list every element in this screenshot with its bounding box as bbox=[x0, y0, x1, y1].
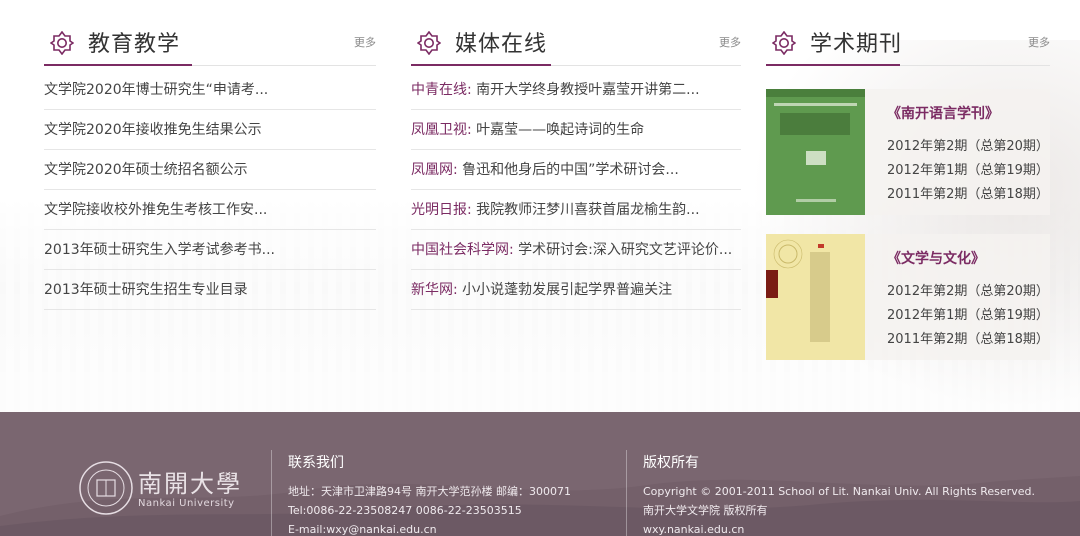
news-list: 文学院2020年博士研究生“申请考... 文学院2020年接收推免生结果公示 文… bbox=[44, 70, 376, 310]
list-item[interactable]: 光明日报: 我院教师汪梦川喜获首届龙榆生韵... bbox=[411, 190, 741, 230]
footer-divider bbox=[271, 450, 272, 536]
education-section: 教育教学 更多 文学院2020年博士研究生“申请考... 文学院2020年接收推… bbox=[44, 22, 376, 310]
journal-card[interactable]: 《文学与文化》 2012年第2期（总第20期） 2012年第1期（总第19期） … bbox=[766, 234, 1050, 360]
list-item[interactable]: 文学院2020年接收推免生结果公示 bbox=[44, 110, 376, 150]
contact-title: 联系我们 bbox=[288, 455, 344, 471]
section-underline bbox=[766, 64, 900, 66]
copyright-block: 版权所有 Copyright © 2001-2011 School of Lit… bbox=[643, 452, 1035, 536]
news-list: 中青在线: 南开大学终身教授叶嘉莹开讲第二... 凤凰卫视: 叶嘉莹——唤起诗词… bbox=[411, 70, 741, 310]
address-text: 地址：天津市卫津路94号 南开大学范孙楼 邮编：300071 bbox=[288, 485, 571, 498]
copyright-text: Copyright © 2001-2011 School of Lit. Nan… bbox=[643, 485, 1035, 498]
contact-block: 联系我们 地址：天津市卫津路94号 南开大学范孙楼 邮编：300071 Tel:… bbox=[288, 452, 571, 536]
main-content: 教育教学 更多 文学院2020年博士研究生“申请考... 文学院2020年接收推… bbox=[0, 0, 1080, 412]
university-logo[interactable]: 南開大學 Nankai University bbox=[78, 460, 258, 524]
item-source[interactable]: 凤凰卫视: bbox=[411, 122, 472, 138]
item-text[interactable]: 文学院接收校外推免生考核工作安... bbox=[44, 202, 267, 218]
journals-section: 学术期刊 更多 《南开语言学刊》 2012年第2期（总第20期） 2012年第1… bbox=[766, 22, 1050, 360]
list-item[interactable]: 2013年硕士研究生招生专业目录 bbox=[44, 270, 376, 310]
item-text[interactable]: 鲁迅和他身后的中国”学术研讨会... bbox=[458, 162, 679, 178]
journal-issue[interactable]: 2012年第2期（总第20期） bbox=[887, 280, 1049, 299]
list-item[interactable]: 新华网: 小小说蓬勃发展引起学界普遍关注 bbox=[411, 270, 741, 310]
phone-text: Tel:0086-22-23508247 0086-22-23503515 bbox=[288, 504, 522, 517]
journal-issue[interactable]: 2012年第1期（总第19期） bbox=[887, 304, 1049, 323]
list-item[interactable]: 凤凰卫视: 叶嘉莹——唤起诗词的生命 bbox=[411, 110, 741, 150]
media-section: 媒体在线 更多 中青在线: 南开大学终身教授叶嘉莹开讲第二... 凤凰卫视: 叶… bbox=[411, 22, 741, 310]
footer-divider bbox=[626, 450, 627, 536]
list-item[interactable]: 文学院2020年博士研究生“申请考... bbox=[44, 70, 376, 110]
more-link[interactable]: 更多 bbox=[1028, 34, 1050, 50]
item-text[interactable]: 我院教师汪梦川喜获首届龙榆生韵... bbox=[472, 202, 699, 218]
item-text[interactable]: 文学院2020年硕士统招名额公示 bbox=[44, 162, 248, 178]
university-seal-icon bbox=[79, 461, 133, 515]
item-source[interactable]: 光明日报: bbox=[411, 202, 472, 218]
item-text[interactable]: 南开大学终身教授叶嘉莹开讲第二... bbox=[472, 82, 699, 98]
list-item[interactable]: 中国社会科学网: 学术研讨会:深入研究文艺评论价... bbox=[411, 230, 741, 270]
journal-card[interactable]: 《南开语言学刊》 2012年第2期（总第20期） 2012年第1期（总第19期）… bbox=[766, 89, 1050, 215]
section-title: 教育教学 bbox=[88, 32, 181, 57]
section-header: 媒体在线 更多 bbox=[411, 22, 741, 66]
flower-icon bbox=[50, 31, 74, 55]
more-link[interactable]: 更多 bbox=[719, 34, 741, 50]
item-text[interactable]: 叶嘉莹——唤起诗词的生命 bbox=[472, 122, 644, 138]
university-name-en: Nankai University bbox=[138, 498, 235, 509]
item-source[interactable]: 中国社会科学网: bbox=[411, 242, 514, 258]
more-link[interactable]: 更多 bbox=[354, 34, 376, 50]
journal-issue[interactable]: 2011年第2期（总第18期） bbox=[887, 328, 1049, 347]
journal-issue[interactable]: 2012年第2期（总第20期） bbox=[887, 135, 1049, 154]
list-item[interactable]: 2013年硕士研究生入学考试参考书... bbox=[44, 230, 376, 270]
list-item[interactable]: 文学院接收校外推免生考核工作安... bbox=[44, 190, 376, 230]
item-source[interactable]: 凤凰网: bbox=[411, 162, 458, 178]
journal-title[interactable]: 《文学与文化》 bbox=[887, 248, 985, 268]
item-text[interactable]: 文学院2020年接收推免生结果公示 bbox=[44, 122, 262, 138]
section-header: 学术期刊 更多 bbox=[766, 22, 1050, 66]
journal-issue[interactable]: 2011年第2期（总第18期） bbox=[887, 183, 1049, 202]
journal-issue[interactable]: 2012年第1期（总第19期） bbox=[887, 159, 1049, 178]
item-text[interactable]: 文学院2020年博士研究生“申请考... bbox=[44, 82, 268, 98]
item-source[interactable]: 中青在线: bbox=[411, 82, 472, 98]
journal-cover-image[interactable] bbox=[766, 89, 865, 215]
section-underline bbox=[44, 64, 192, 66]
flower-icon bbox=[417, 31, 441, 55]
copyright-title: 版权所有 bbox=[643, 455, 699, 471]
website-link[interactable]: wxy.nankai.edu.cn bbox=[643, 520, 1035, 536]
list-item[interactable]: 文学院2020年硕士统招名额公示 bbox=[44, 150, 376, 190]
journal-cover-image[interactable] bbox=[766, 234, 865, 360]
item-source[interactable]: 新华网: bbox=[411, 282, 458, 298]
journal-title[interactable]: 《南开语言学刊》 bbox=[887, 103, 999, 123]
section-header: 教育教学 更多 bbox=[44, 22, 376, 66]
section-underline bbox=[411, 64, 551, 66]
email-link[interactable]: E-mail:wxy@nankai.edu.cn bbox=[288, 520, 571, 536]
university-name: 南開大學 bbox=[138, 470, 242, 498]
site-footer: 南開大學 Nankai University 联系我们 地址：天津市卫津路94号… bbox=[0, 412, 1080, 536]
flower-icon bbox=[772, 31, 796, 55]
list-item[interactable]: 凤凰网: 鲁迅和他身后的中国”学术研讨会... bbox=[411, 150, 741, 190]
list-item[interactable]: 中青在线: 南开大学终身教授叶嘉莹开讲第二... bbox=[411, 70, 741, 110]
item-text[interactable]: 2013年硕士研究生招生专业目录 bbox=[44, 282, 248, 298]
item-text[interactable]: 学术研讨会:深入研究文艺评论价... bbox=[514, 242, 732, 258]
copyright-owner: 南开大学文学院 版权所有 bbox=[643, 504, 768, 517]
item-text[interactable]: 小小说蓬勃发展引起学界普遍关注 bbox=[458, 282, 672, 298]
item-text[interactable]: 2013年硕士研究生入学考试参考书... bbox=[44, 242, 275, 258]
section-title: 学术期刊 bbox=[810, 32, 903, 57]
section-title: 媒体在线 bbox=[455, 32, 548, 57]
